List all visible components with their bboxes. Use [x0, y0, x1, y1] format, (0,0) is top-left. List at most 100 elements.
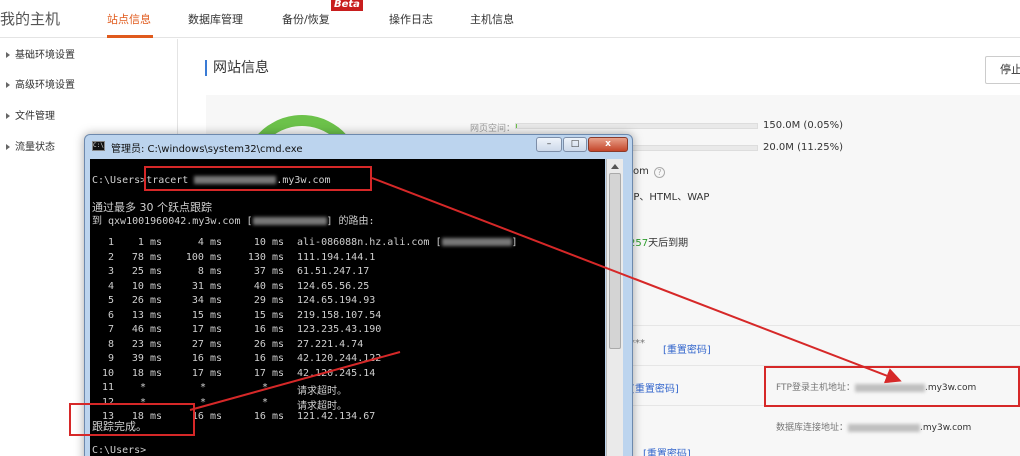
- caret-right-icon: [6, 52, 10, 58]
- reset-password-link[interactable]: [重置密码]: [631, 380, 679, 395]
- hop-host: 请求超时。: [297, 397, 347, 412]
- hop-number: 7: [107, 324, 114, 335]
- hop-host-text: 请求超时。: [297, 386, 347, 397]
- hop-number: 3: [107, 266, 114, 277]
- hop-time-2: 17 ms: [191, 367, 222, 379]
- cmd-hop-row: 11 * * * 请求超时。: [90, 382, 600, 397]
- sidebar-item-label: 高级环境设置: [15, 80, 75, 91]
- sidebar-item-file-manager[interactable]: 文件管理: [0, 102, 178, 132]
- cmd-hop-row: 9 39 ms 16 ms 16 ms 42.120.244.122: [90, 353, 600, 365]
- hop-time-1: 23 ms: [131, 338, 162, 350]
- redacted-text: [848, 423, 921, 432]
- hop-time-3: 29 ms: [253, 295, 284, 306]
- cmd-hop-row: 1 1 ms 4 ms 10 ms ali-086088n.hz.ali.com []: [90, 237, 600, 249]
- minimize-button[interactable]: –: [536, 137, 562, 152]
- db-host-label: 数据库连接地址：: [776, 423, 849, 433]
- cmd-hop-row: 6 13 ms 15 ms 15 ms 219.158.107.54: [90, 310, 600, 322]
- hop-host: 124.65.56.25: [297, 281, 369, 292]
- redacted-text: [252, 217, 327, 225]
- hop-host: 111.194.144.1: [297, 252, 375, 263]
- tab-host-info[interactable]: 主机信息: [470, 11, 514, 27]
- cmd-hop-row: 4 10 ms 31 ms 40 ms 124.65.56.25: [90, 281, 600, 293]
- hop-time-2: 27 ms: [191, 338, 222, 350]
- hop-host: 61.51.247.17: [297, 266, 369, 277]
- sidebar-item-label: 文件管理: [15, 111, 55, 122]
- second-quota-value: 20.0M (11.25%): [763, 142, 844, 153]
- hop-host-text: 123.235.43.190: [297, 324, 382, 335]
- web-space-label: 网页空间：: [470, 124, 516, 134]
- hop-host: ali-086088n.hz.ali.com []: [297, 237, 518, 248]
- hop-number: 2: [107, 251, 114, 263]
- web-space-bar: [515, 123, 758, 129]
- hop-time-2: 31 ms: [191, 280, 222, 292]
- hop-time-1: 46 ms: [131, 324, 162, 335]
- hop-host: 121.42.134.67: [297, 411, 375, 422]
- hop-time-3: 130 ms: [247, 251, 284, 263]
- annotation-box-command: [144, 166, 372, 191]
- stop-button[interactable]: 停止: [985, 56, 1020, 84]
- hop-number: 6: [107, 309, 114, 321]
- hop-number: 4: [107, 280, 114, 292]
- language-support: SP、HTML、WAP: [627, 192, 710, 203]
- caret-right-icon: [6, 82, 10, 88]
- tab-site-info[interactable]: 站点信息: [107, 11, 151, 27]
- cmd-window-title: 管理员: C:\windows\system32\cmd.exe: [111, 144, 303, 155]
- help-icon[interactable]: ?: [654, 167, 665, 178]
- db-host-value: .my3w.com: [920, 423, 972, 433]
- hop-host-text: 请求超时。: [297, 400, 347, 412]
- hop-time-1: 78 ms: [131, 251, 162, 263]
- sidebar-item-basic-env[interactable]: 基础环境设置: [0, 41, 178, 71]
- hop-time-2: 8 ms: [197, 266, 222, 277]
- cmd-titlebar[interactable]: C:\ 管理员: C:\windows\system32\cmd.exe – □…: [85, 135, 632, 157]
- beta-badge: Beta: [331, 0, 363, 11]
- hop-number: 5: [107, 295, 114, 306]
- hop-host-bracket: ]: [511, 237, 518, 248]
- hop-time-1: 25 ms: [131, 266, 162, 277]
- hop-time-3: *: [261, 396, 268, 408]
- scroll-up-icon[interactable]: [611, 164, 619, 169]
- hop-time-2: 100 ms: [185, 251, 222, 263]
- hop-number: 9: [107, 353, 114, 364]
- cmd-hop-row: 8 23 ms 27 ms 26 ms 27.221.4.74: [90, 339, 600, 351]
- cmd-hop-row: 10 18 ms 17 ms 17 ms 42.120.245.14: [90, 368, 600, 380]
- reset-password-link[interactable]: [重置密码]: [643, 445, 691, 456]
- reset-password-link[interactable]: [重置密码]: [663, 341, 711, 356]
- tab-database[interactable]: 数据库管理: [188, 11, 243, 27]
- hop-host: 42.120.244.122: [297, 353, 381, 364]
- hop-time-2: 16 ms: [191, 353, 222, 364]
- expiry-suffix: 天后到期: [648, 238, 689, 249]
- annotation-box-ftp: [764, 366, 1020, 407]
- hop-host-text: 219.158.107.54: [297, 309, 382, 321]
- cmd-target-prefix: 到 qxw1001960042.my3w.com [: [92, 216, 253, 227]
- cmd-scrollbar[interactable]: [606, 159, 623, 456]
- maximize-button[interactable]: □: [563, 137, 587, 152]
- hop-host-text: 61.51.247.17: [297, 266, 370, 277]
- cmd-app-icon: C:\: [92, 141, 105, 151]
- cmd-final-prompt: C:\Users>: [92, 445, 147, 456]
- hop-time-3: 16 ms: [253, 353, 284, 364]
- cmd-hop-row: 5 26 ms 34 ms 29 ms 124.65.194.93: [90, 295, 600, 307]
- caret-right-icon: [6, 113, 10, 119]
- tab-backup-restore[interactable]: 备份/恢复: [282, 11, 330, 27]
- hop-host-text: ali-086088n.hz.ali.com [: [297, 237, 442, 248]
- close-button[interactable]: x: [588, 137, 628, 152]
- hop-time-3: 16 ms: [253, 324, 284, 335]
- hop-host: 124.65.194.93: [297, 295, 375, 306]
- hop-time-3: 10 ms: [253, 237, 284, 248]
- brand-title: 我的主机: [0, 10, 61, 28]
- hop-host: 27.221.4.74: [297, 339, 363, 350]
- hop-host-text: 121.42.134.67: [297, 411, 376, 422]
- hop-time-1: 18 ms: [131, 367, 162, 379]
- hop-time-1: 10 ms: [131, 280, 162, 292]
- scroll-thumb[interactable]: [609, 173, 621, 349]
- hop-time-1: 1 ms: [137, 237, 162, 248]
- cmd-hop-row: 7 46 ms 17 ms 16 ms 123.235.43.190: [90, 324, 600, 336]
- hop-time-2: 4 ms: [197, 237, 222, 248]
- cmd-prompt: C:\Users>: [92, 175, 147, 186]
- sidebar-item-advanced-env[interactable]: 高级环境设置: [0, 71, 178, 101]
- tab-operation-log[interactable]: 操作日志: [389, 11, 433, 27]
- hop-time-2: 15 ms: [191, 309, 222, 321]
- hop-host: 42.120.245.14: [297, 368, 375, 379]
- hop-host-text: 42.120.244.122: [297, 353, 382, 364]
- hop-time-3: 16 ms: [253, 411, 284, 422]
